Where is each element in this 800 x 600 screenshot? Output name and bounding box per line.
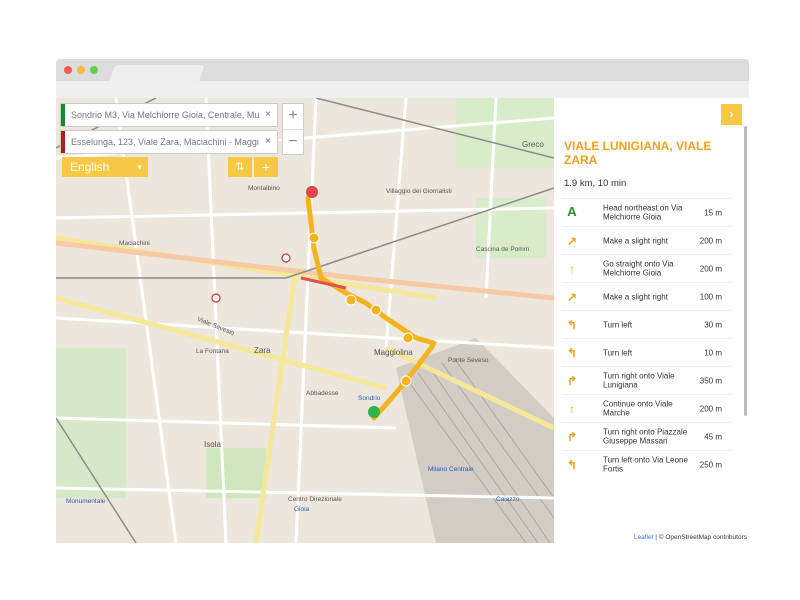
direction-step[interactable]: ↱ Turn right onto Piazzale Giuseppe Massa… [562, 422, 732, 450]
map-label-monumentale: Monumentale [66, 498, 106, 505]
direction-step-text: Continue onto Viale Marche [603, 399, 673, 418]
straight-icon: ↑ [569, 262, 575, 276]
direction-step-text: Turn right onto Piazzale Giuseppe Massar… [603, 427, 688, 446]
leaflet-link[interactable]: Leaflet [634, 534, 654, 541]
right-icon: ↱ [566, 430, 578, 444]
browser-tab[interactable] [109, 65, 205, 81]
language-select-value: English [70, 160, 110, 174]
directions-panel: › VIALE LUNIGIANA, VIALE ZARA 1.9 km, 10… [554, 98, 749, 543]
direction-step-distance: 350 m [699, 376, 722, 385]
map-label-gioia: Gioia [294, 506, 310, 513]
waypoint-end-input[interactable]: Esselunga, 123, Viale Zara, Maciachini -… [71, 137, 259, 147]
reverse-waypoints-button[interactable]: ⇅ [228, 157, 252, 177]
language-select[interactable]: English ▾ [62, 157, 148, 177]
page-viewport: Maciachini Montalbino Villaggio dei Gior… [56, 98, 749, 543]
map-label-caiazzo: Caiazzo [496, 496, 520, 503]
slight-right-icon: ↗ [566, 290, 578, 304]
directions-list: A Head northeast on Via Melchiorre Gioia 1… [562, 198, 732, 478]
start-icon: A [567, 204, 577, 219]
waypoint-start[interactable]: Sondrio M3, Via Melchiorre Gioia, Centra… [60, 103, 278, 127]
direction-step-distance: 15 m [704, 208, 722, 217]
map-label-milano-centrale: Milano Centrale [428, 466, 474, 473]
direction-step-text: Turn left [603, 319, 633, 329]
map-label-maggiolina: Maggiolina [374, 348, 413, 357]
direction-step-distance: 100 m [699, 292, 722, 301]
direction-step-distance: 30 m [704, 320, 722, 329]
browser-chrome [56, 59, 749, 98]
end-marker-bar [61, 131, 65, 153]
left-icon: ↰ [566, 346, 578, 360]
direction-step-text: Make a slight right [603, 235, 668, 245]
direction-step-distance: 45 m [704, 432, 722, 441]
map-label-ponte-seveso: Ponte Seveso [448, 357, 489, 364]
route-summary: 1.9 km, 10 min [564, 178, 627, 189]
direction-step[interactable]: ↰ Turn left 10 m [562, 338, 732, 366]
left-icon: ↰ [566, 458, 578, 472]
waypoint-end[interactable]: Esselunga, 123, Viale Zara, Maciachini -… [60, 130, 278, 154]
map-label-centro-direzionale: Centro Direzionale [288, 496, 342, 503]
right-icon: ↱ [566, 374, 578, 388]
direction-step[interactable]: ↗ Make a slight right 200 m [562, 226, 732, 254]
map-label-maciachini: Maciachini [119, 240, 150, 247]
direction-step[interactable]: ↱ Turn right onto Viale Lunigiana 350 m [562, 366, 732, 394]
address-bar[interactable] [56, 81, 749, 98]
map-label-sondrio: Sondrio [358, 395, 381, 402]
direction-step-text: Go straight onto Via Melchiorre Gioia [603, 259, 674, 278]
chevron-down-icon: ▾ [137, 162, 142, 172]
zoom-in-button[interactable]: + [283, 104, 303, 129]
waypoint-start-input[interactable]: Sondrio M3, Via Melchiorre Gioia, Centra… [71, 110, 259, 120]
direction-step-text: Turn left onto Via Leone Fortis [603, 455, 688, 474]
panel-scrollbar[interactable] [744, 126, 747, 416]
direction-step-distance: 200 m [699, 264, 722, 273]
map-label-villaggio: Villaggio dei Giornalisti [386, 188, 452, 195]
map-label-montalbino: Montalbino [248, 185, 280, 192]
direction-step-text: Make a slight right [603, 291, 668, 301]
slight-right-icon: ↗ [566, 234, 578, 248]
map-label-isola: Isola [204, 440, 221, 449]
map[interactable]: Maciachini Montalbino Villaggio dei Gior… [56, 98, 554, 543]
direction-step-text: Head northeast on Via Melchiorre Gioia [603, 203, 683, 222]
direction-step[interactable]: A Head northeast on Via Melchiorre Gioia 1… [562, 198, 732, 226]
direction-step[interactable]: ↑ Go straight onto Via Melchiorre Gioia 20… [562, 254, 732, 282]
collapse-panel-button[interactable]: › [721, 104, 742, 125]
remove-end-button[interactable]: × [265, 136, 271, 147]
browser-window: Maciachini Montalbino Villaggio dei Gior… [56, 59, 749, 543]
direction-step-distance: 200 m [699, 236, 722, 245]
direction-step-distance: 250 m [699, 460, 722, 469]
map-label-zara: Zara [254, 346, 271, 355]
direction-step-distance: 10 m [704, 348, 722, 357]
zoom-control: + − [282, 103, 304, 155]
window-minimize-dot[interactable] [77, 66, 85, 74]
map-attribution: Leaflet | © OpenStreetMap contributors [634, 534, 747, 541]
left-icon: ↰ [566, 318, 578, 332]
window-close-dot[interactable] [64, 66, 72, 74]
direction-step[interactable]: ↗ Make a slight right 100 m [562, 282, 732, 310]
zoom-out-button[interactable]: − [283, 129, 303, 154]
attribution-text: | © OpenStreetMap contributors [655, 534, 747, 541]
direction-step[interactable]: ↰ Turn left onto Via Leone Fortis 250 m [562, 450, 732, 478]
remove-start-button[interactable]: × [265, 109, 271, 120]
map-label-abbadesse: Abbadesse [306, 390, 339, 397]
straight-icon: ↑ [569, 402, 575, 416]
direction-step-text: Turn right onto Viale Lunigiana [603, 371, 675, 390]
direction-step-text: Turn left [603, 347, 633, 357]
window-maximize-dot[interactable] [90, 66, 98, 74]
map-label-la-fontana: La Fontana [196, 348, 229, 355]
map-label-greco: Greco [522, 140, 544, 149]
route-title: VIALE LUNIGIANA, VIALE ZARA [564, 139, 712, 167]
add-waypoint-button[interactable]: + [254, 157, 278, 177]
direction-step-distance: 200 m [699, 404, 722, 413]
map-label-cascina: Cascina de Pomm [476, 246, 530, 253]
start-marker-bar [61, 104, 65, 126]
direction-step[interactable]: ↰ Turn left 30 m [562, 310, 732, 338]
direction-step[interactable]: ↑ Continue onto Viale Marche 200 m [562, 394, 732, 422]
